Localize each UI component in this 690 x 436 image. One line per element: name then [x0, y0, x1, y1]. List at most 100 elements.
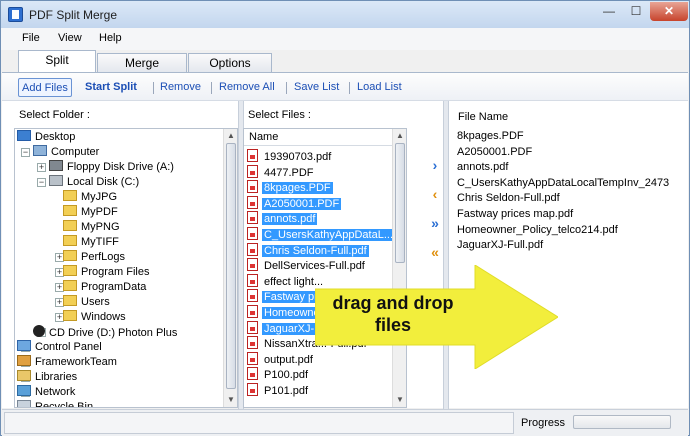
tree-item-label: Windows: [81, 311, 126, 323]
file-list-item[interactable]: A2050001.PDF: [247, 195, 342, 211]
tree-item[interactable]: Control Panel: [17, 340, 102, 355]
tree-item[interactable]: Windows: [63, 310, 126, 325]
save-list-button[interactable]: Save List: [294, 81, 339, 93]
output-list-item[interactable]: Fastway prices map.pdf: [457, 207, 573, 222]
tree-item[interactable]: Users: [63, 295, 110, 310]
tree-item[interactable]: CD Drive (D:) Photon Plus: [33, 325, 177, 340]
status-message: [4, 412, 514, 434]
tree-item[interactable]: FrameworkTeam: [17, 355, 117, 370]
pdf-file-icon: [247, 211, 258, 225]
tree-item[interactable]: Local Disk (C:): [49, 175, 139, 190]
output-list-item[interactable]: annots.pdf: [457, 160, 508, 175]
file-name: 19390703.pdf: [264, 151, 332, 163]
tree-item[interactable]: MyJPG: [63, 190, 117, 205]
tab-split[interactable]: Split: [18, 50, 96, 72]
move-left-icon[interactable]: ‹: [427, 186, 443, 202]
tree-item-label: Users: [81, 296, 110, 308]
scroll-down-icon[interactable]: ▼: [395, 395, 405, 405]
tab-merge[interactable]: Merge: [97, 53, 187, 72]
toolbar-separator: [286, 82, 287, 94]
tree-item[interactable]: ProgramData: [63, 280, 146, 295]
file-list-header[interactable]: Name: [244, 129, 394, 146]
scroll-up-icon[interactable]: ▲: [395, 131, 405, 141]
tree-item[interactable]: MyTIFF: [63, 235, 119, 250]
minimize-button[interactable]: —: [596, 2, 622, 21]
remove-button[interactable]: Remove: [160, 81, 201, 93]
file-list-item[interactable]: annots.pdf: [247, 211, 318, 226]
tree-item-label: Local Disk (C:): [67, 176, 140, 188]
file-list-item[interactable]: 4477.PDF: [247, 164, 316, 180]
folder-icon: [63, 190, 77, 201]
tree-item[interactable]: Floppy Disk Drive (A:): [49, 160, 174, 175]
file-list-item[interactable]: P100.pdf: [247, 367, 310, 382]
close-button[interactable]: ✕: [650, 2, 688, 21]
title-bar: PDF Split Merge — ☐ ✕: [1, 1, 689, 28]
tree-item[interactable]: MyPDF: [63, 205, 118, 220]
tree-item[interactable]: MyPNG: [63, 220, 120, 235]
maximize-button[interactable]: ☐: [623, 2, 649, 21]
move-all-right-icon[interactable]: »: [427, 215, 443, 231]
select-files-label: Select Files :: [248, 109, 311, 121]
file-name: A2050001.PDF: [262, 197, 342, 210]
file-name: 8kpages.PDF: [262, 182, 333, 195]
menu-help[interactable]: Help: [99, 32, 122, 44]
move-right-icon[interactable]: ›: [427, 157, 443, 173]
output-list-item[interactable]: Chris Seldon-Full.pdf: [457, 191, 560, 206]
file-list-item[interactable]: P101.pdf: [247, 383, 310, 398]
remove-all-button[interactable]: Remove All: [219, 81, 275, 93]
tree-item-label: Desktop: [35, 131, 76, 143]
pdf-file-icon: [247, 227, 258, 240]
tree-item[interactable]: Computer: [33, 145, 99, 160]
output-list-item[interactable]: Homeowner_Policy_telco214.pdf: [457, 223, 618, 238]
pdf-file-icon: [247, 289, 258, 303]
add-files-button[interactable]: Add Files: [18, 78, 72, 97]
move-all-left-icon[interactable]: «: [427, 244, 443, 260]
file-list-item[interactable]: 19390703.pdf: [247, 149, 333, 164]
tree-item[interactable]: Recycle Bin: [17, 400, 93, 407]
tree-item[interactable]: Desktop: [17, 130, 75, 145]
folder-tree-scrollbar[interactable]: ▲ ▼: [223, 129, 237, 407]
tab-options[interactable]: Options: [188, 53, 272, 72]
tree-expander-icon[interactable]: −: [37, 178, 46, 187]
tree-expander-icon[interactable]: −: [21, 148, 30, 157]
tree-expander-icon[interactable]: +: [37, 163, 46, 172]
tree-item[interactable]: Program Files: [63, 265, 149, 280]
file-list-item[interactable]: effect light...: [247, 273, 325, 289]
disk-icon: [49, 175, 63, 186]
control-panel-icon: [17, 340, 31, 351]
output-list-item[interactable]: 8kpages.PDF: [457, 129, 524, 144]
output-list-item[interactable]: JaguarXJ-Full.pdf: [457, 238, 543, 253]
start-split-button[interactable]: Start Split: [85, 81, 137, 93]
scroll-thumb[interactable]: [395, 143, 405, 263]
output-list-item[interactable]: C_UsersKathyAppDataLocalTempInv_2473: [457, 176, 669, 191]
file-name-column-header[interactable]: File Name: [458, 111, 508, 123]
menu-file[interactable]: File: [22, 32, 40, 44]
pdf-file-icon: [247, 320, 258, 334]
tree-item[interactable]: PerfLogs: [63, 250, 125, 265]
scroll-up-icon[interactable]: ▲: [226, 131, 236, 141]
tree-item-label: Control Panel: [35, 341, 102, 353]
file-list-item[interactable]: 8kpages.PDF: [247, 180, 333, 195]
file-name: 4477.PDF: [264, 166, 314, 179]
toolbar-separator: [211, 82, 212, 94]
tree-item-label: Program Files: [81, 266, 150, 278]
file-list-item[interactable]: C_UsersKathyAppDataL...: [247, 227, 396, 242]
file-list-item[interactable]: Chris Seldon-Full.pdf: [247, 242, 369, 258]
folder-icon: [63, 280, 77, 291]
scroll-down-icon[interactable]: ▼: [226, 395, 236, 405]
output-list-item[interactable]: A2050001.PDF: [457, 145, 532, 160]
status-bar: Progress: [2, 409, 688, 436]
network-icon: [17, 385, 31, 396]
load-list-button[interactable]: Load List: [357, 81, 402, 93]
computer-icon: [33, 145, 47, 156]
tree-item[interactable]: Libraries: [17, 370, 77, 385]
pdf-file-icon: [247, 336, 258, 350]
name-column-header[interactable]: Name: [249, 131, 278, 143]
file-list-item[interactable]: output.pdf: [247, 351, 315, 367]
toolbar: Add Files Start Split Remove Remove All …: [2, 73, 688, 101]
scroll-thumb[interactable]: [226, 143, 236, 389]
tree-item[interactable]: Network: [17, 385, 75, 400]
output-list-header[interactable]: File Name: [450, 109, 688, 127]
menu-view[interactable]: View: [58, 32, 82, 44]
pdf-file-icon: [247, 367, 258, 381]
